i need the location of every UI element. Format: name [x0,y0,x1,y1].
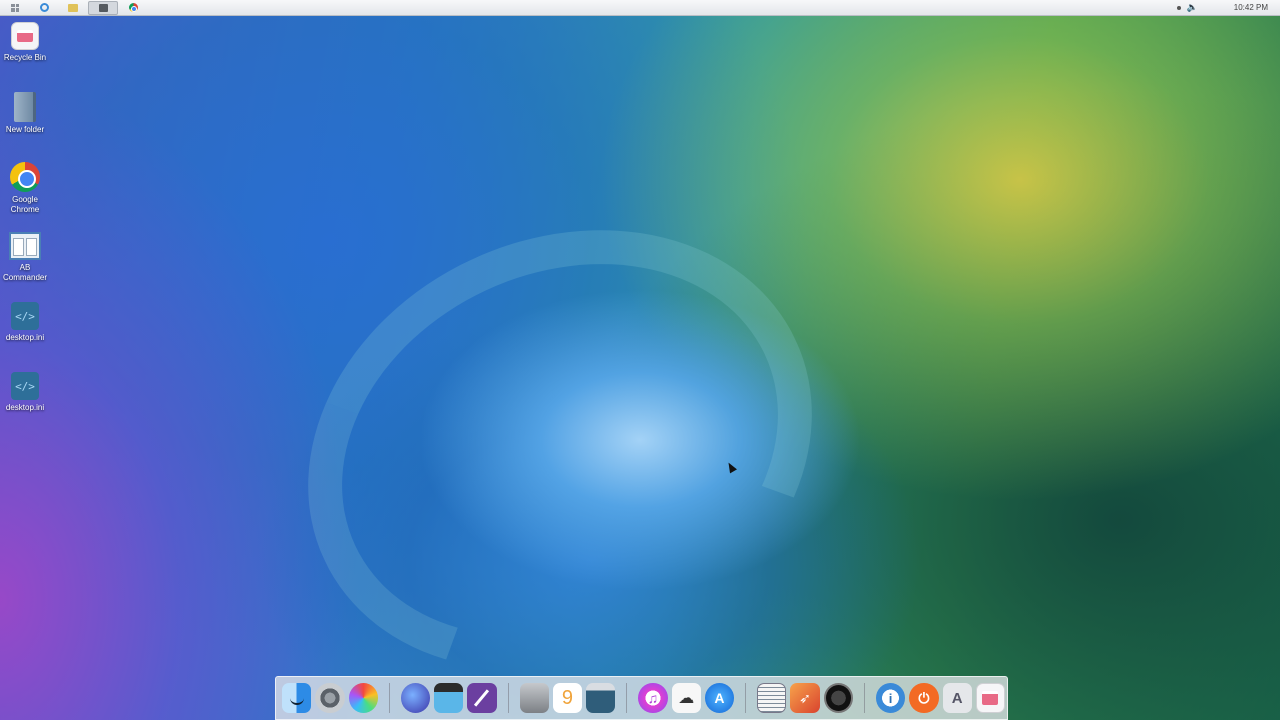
desktop-icon-label: desktop.ini [5,403,45,412]
clock[interactable]: 10:42 PM [1234,3,1268,12]
start-button[interactable] [1,1,29,15]
desktop-icon-label: desktop.ini [5,333,45,342]
finder-icon[interactable] [282,683,312,713]
desktop-wallpaper [0,0,1280,720]
recycle-bin-icon [11,22,39,50]
desktop-icon-ab-commander[interactable]: AB Commander [0,232,50,283]
code-file-icon: </> [11,372,39,400]
dock-separator [626,683,628,713]
pen-editor-icon[interactable] [467,683,497,713]
trash-icon[interactable] [975,683,1006,713]
desktop-icon-label: AB Commander [2,263,47,282]
desktop-icon-desktop-ini-1[interactable]: </> desktop.ini [0,302,50,343]
taskbar-monitor[interactable] [88,0,118,15]
start-grid-icon [11,3,19,12]
chrome-icon [128,3,138,12]
folder-icon [14,92,36,122]
system-preferences-icon[interactable] [315,683,345,713]
dashboard-gauge-icon[interactable] [823,683,853,713]
info-icon[interactable]: i [875,683,906,713]
video-clapper-icon[interactable] [434,683,464,713]
itunes-icon[interactable]: ♫ [638,683,668,713]
chrome-icon [10,162,40,192]
system-tray: 🔈 10:42 PM [1176,2,1280,13]
taskbar-file-explorer[interactable] [59,1,87,15]
ab-commander-icon [9,232,41,260]
taskbar-chrome[interactable] [119,1,147,15]
globe-icon[interactable] [400,683,431,713]
notes-icon[interactable] [757,683,787,713]
desktop-icon-google-chrome[interactable]: Google Chrome [0,162,50,215]
dock-separator [745,683,747,713]
dock-separator [864,683,865,713]
icloud-icon[interactable]: ☁ [671,683,701,713]
desktop-icon-new-folder[interactable]: New folder [0,92,50,135]
ios9-icon[interactable]: 9 [552,683,583,713]
notification-dot-icon[interactable] [1176,5,1181,10]
monitor-icon [98,3,108,12]
desktop-icon-label: New folder [5,125,45,134]
internet-explorer-icon [39,3,49,12]
desktop-icon-label: Recycle Bin [3,53,47,62]
dock: 9 ♫ ☁ A ➶ i ⏻ A [275,676,1008,720]
dock-separator [507,683,509,713]
applications-folder-icon[interactable]: A [942,683,972,713]
hard-drive-icon[interactable] [519,683,549,713]
app-store-icon[interactable]: A [704,683,735,713]
file-explorer-icon [68,3,78,12]
color-picker-icon[interactable] [348,683,378,713]
code-file-icon: </> [11,302,39,330]
desktop-icon-label: Google Chrome [10,195,40,214]
preview-icon[interactable] [586,683,616,713]
taskbar: 🔈 10:42 PM [0,0,1280,16]
taskbar-internet-explorer[interactable] [30,1,58,15]
desktop-icon-desktop-ini-2[interactable]: </> desktop.ini [0,372,50,413]
wallpaper-wave [235,149,885,720]
dock-separator [388,683,390,713]
rocket-launcher-icon[interactable]: ➶ [790,683,820,713]
volume-icon[interactable]: 🔈 [1187,2,1198,13]
power-icon[interactable]: ⏻ [909,683,939,713]
desktop-icon-recycle-bin[interactable]: Recycle Bin [0,22,50,63]
